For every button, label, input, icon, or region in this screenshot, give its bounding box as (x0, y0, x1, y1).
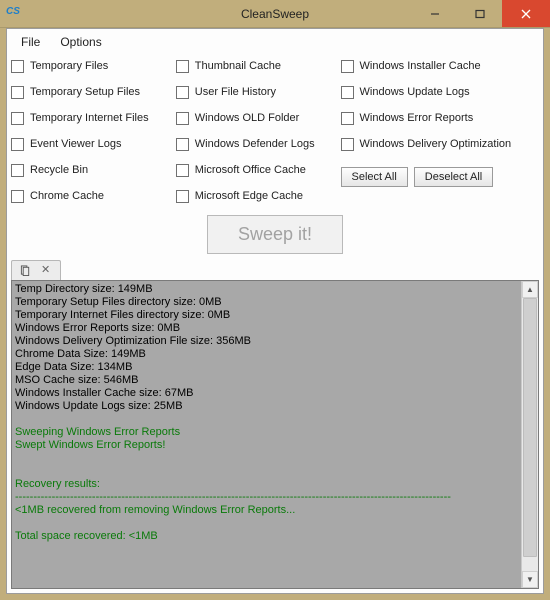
checkbox-icon (341, 60, 354, 73)
log-sizes: Temp Directory size: 149MB Temporary Set… (15, 283, 251, 412)
log-divider: ----------------------------------------… (15, 491, 451, 503)
close-button[interactable] (502, 0, 550, 27)
menu-options[interactable]: Options (52, 33, 109, 51)
chk-microsoft-office-cache[interactable]: Microsoft Office Cache (176, 161, 335, 179)
console-area: Temp Directory size: 149MB Temporary Set… (11, 280, 539, 589)
sweep-button[interactable]: Sweep it! (207, 215, 343, 254)
document-icon (20, 265, 31, 276)
chk-chrome-cache[interactable]: Chrome Cache (11, 187, 170, 205)
chk-temporary-files[interactable]: Temporary Files (11, 57, 170, 75)
checkbox-col-2: Thumbnail Cache User File History Window… (176, 57, 335, 205)
chk-event-viewer-logs[interactable]: Event Viewer Logs (11, 135, 170, 153)
client-area: File Options Temporary Files Temporary S… (6, 28, 544, 594)
chk-recycle-bin[interactable]: Recycle Bin (11, 161, 170, 179)
checkbox-icon (11, 60, 24, 73)
checkbox-col-1: Temporary Files Temporary Setup Files Te… (11, 57, 170, 205)
select-all-button[interactable]: Select All (341, 167, 408, 187)
chk-temporary-setup-files[interactable]: Temporary Setup Files (11, 83, 170, 101)
minimize-button[interactable] (412, 0, 457, 27)
maximize-button[interactable] (457, 0, 502, 27)
close-x-icon[interactable]: ✕ (41, 265, 50, 276)
tabbar: ✕ (7, 260, 543, 280)
app-icon: CS (6, 6, 22, 22)
log-recovered: <1MB recovered from removing Windows Err… (15, 504, 295, 516)
chk-windows-installer-cache[interactable]: Windows Installer Cache (341, 57, 539, 75)
output-tab[interactable]: ✕ (11, 260, 61, 280)
checkbox-icon (11, 138, 24, 151)
checkbox-icon (11, 190, 24, 203)
scrollbar[interactable]: ▲ ▼ (521, 281, 538, 588)
checkbox-icon (176, 164, 189, 177)
chk-label: Windows OLD Folder (195, 112, 300, 124)
scroll-track[interactable] (522, 298, 538, 571)
checkbox-icon (176, 190, 189, 203)
chk-label: Chrome Cache (30, 190, 104, 202)
titlebar: CS CleanSweep (0, 0, 550, 28)
window-chrome: File Options Temporary Files Temporary S… (0, 28, 550, 600)
checkbox-icon (341, 112, 354, 125)
chk-label: Recycle Bin (30, 164, 88, 176)
chk-label: User File History (195, 86, 276, 98)
deselect-all-button[interactable]: Deselect All (414, 167, 493, 187)
checkbox-icon (11, 112, 24, 125)
chk-label: Windows Delivery Optimization (360, 138, 512, 150)
chk-label: Temporary Files (30, 60, 108, 72)
menubar: File Options (7, 29, 543, 55)
selection-buttons: Select All Deselect All (341, 167, 539, 187)
chk-windows-defender-logs[interactable]: Windows Defender Logs (176, 135, 335, 153)
sweep-area: Sweep it! (7, 211, 543, 260)
chk-microsoft-edge-cache[interactable]: Microsoft Edge Cache (176, 187, 335, 205)
chk-windows-update-logs[interactable]: Windows Update Logs (341, 83, 539, 101)
chk-thumbnail-cache[interactable]: Thumbnail Cache (176, 57, 335, 75)
chk-label: Windows Update Logs (360, 86, 470, 98)
checkbox-icon (11, 164, 24, 177)
window-controls (412, 0, 550, 27)
maximize-icon (475, 9, 485, 19)
checkbox-icon (341, 86, 354, 99)
checkbox-col-3: Windows Installer Cache Windows Update L… (341, 57, 539, 205)
chk-label: Temporary Internet Files (30, 112, 149, 124)
log-sweeping: Sweeping Windows Error Reports (15, 426, 180, 438)
minimize-icon (430, 9, 440, 19)
chk-label: Windows Error Reports (360, 112, 474, 124)
scroll-thumb[interactable] (523, 298, 537, 557)
checkbox-icon (176, 112, 189, 125)
checkbox-icon (176, 60, 189, 73)
chk-windows-error-reports[interactable]: Windows Error Reports (341, 109, 539, 127)
scroll-up-button[interactable]: ▲ (522, 281, 538, 298)
chk-label: Thumbnail Cache (195, 60, 281, 72)
log-total: Total space recovered: <1MB (15, 530, 158, 542)
log-swept: Swept Windows Error Reports! (15, 439, 165, 451)
chk-label: Microsoft Office Cache (195, 164, 306, 176)
checkbox-icon (176, 86, 189, 99)
chk-windows-delivery-optimization[interactable]: Windows Delivery Optimization (341, 135, 539, 153)
close-icon (521, 9, 531, 19)
checkbox-icon (341, 138, 354, 151)
checkbox-grid: Temporary Files Temporary Setup Files Te… (7, 55, 543, 211)
checkbox-icon (176, 138, 189, 151)
chk-label: Windows Defender Logs (195, 138, 315, 150)
console-output[interactable]: Temp Directory size: 149MB Temporary Set… (12, 281, 521, 588)
menu-file[interactable]: File (13, 33, 48, 51)
chk-user-file-history[interactable]: User File History (176, 83, 335, 101)
chk-temporary-internet-files[interactable]: Temporary Internet Files (11, 109, 170, 127)
scroll-down-button[interactable]: ▼ (522, 571, 538, 588)
checkbox-icon (11, 86, 24, 99)
log-results-header: Recovery results: (15, 478, 100, 490)
chk-label: Microsoft Edge Cache (195, 190, 303, 202)
chk-label: Event Viewer Logs (30, 138, 122, 150)
chk-label: Windows Installer Cache (360, 60, 481, 72)
chk-windows-old-folder[interactable]: Windows OLD Folder (176, 109, 335, 127)
chk-label: Temporary Setup Files (30, 86, 140, 98)
